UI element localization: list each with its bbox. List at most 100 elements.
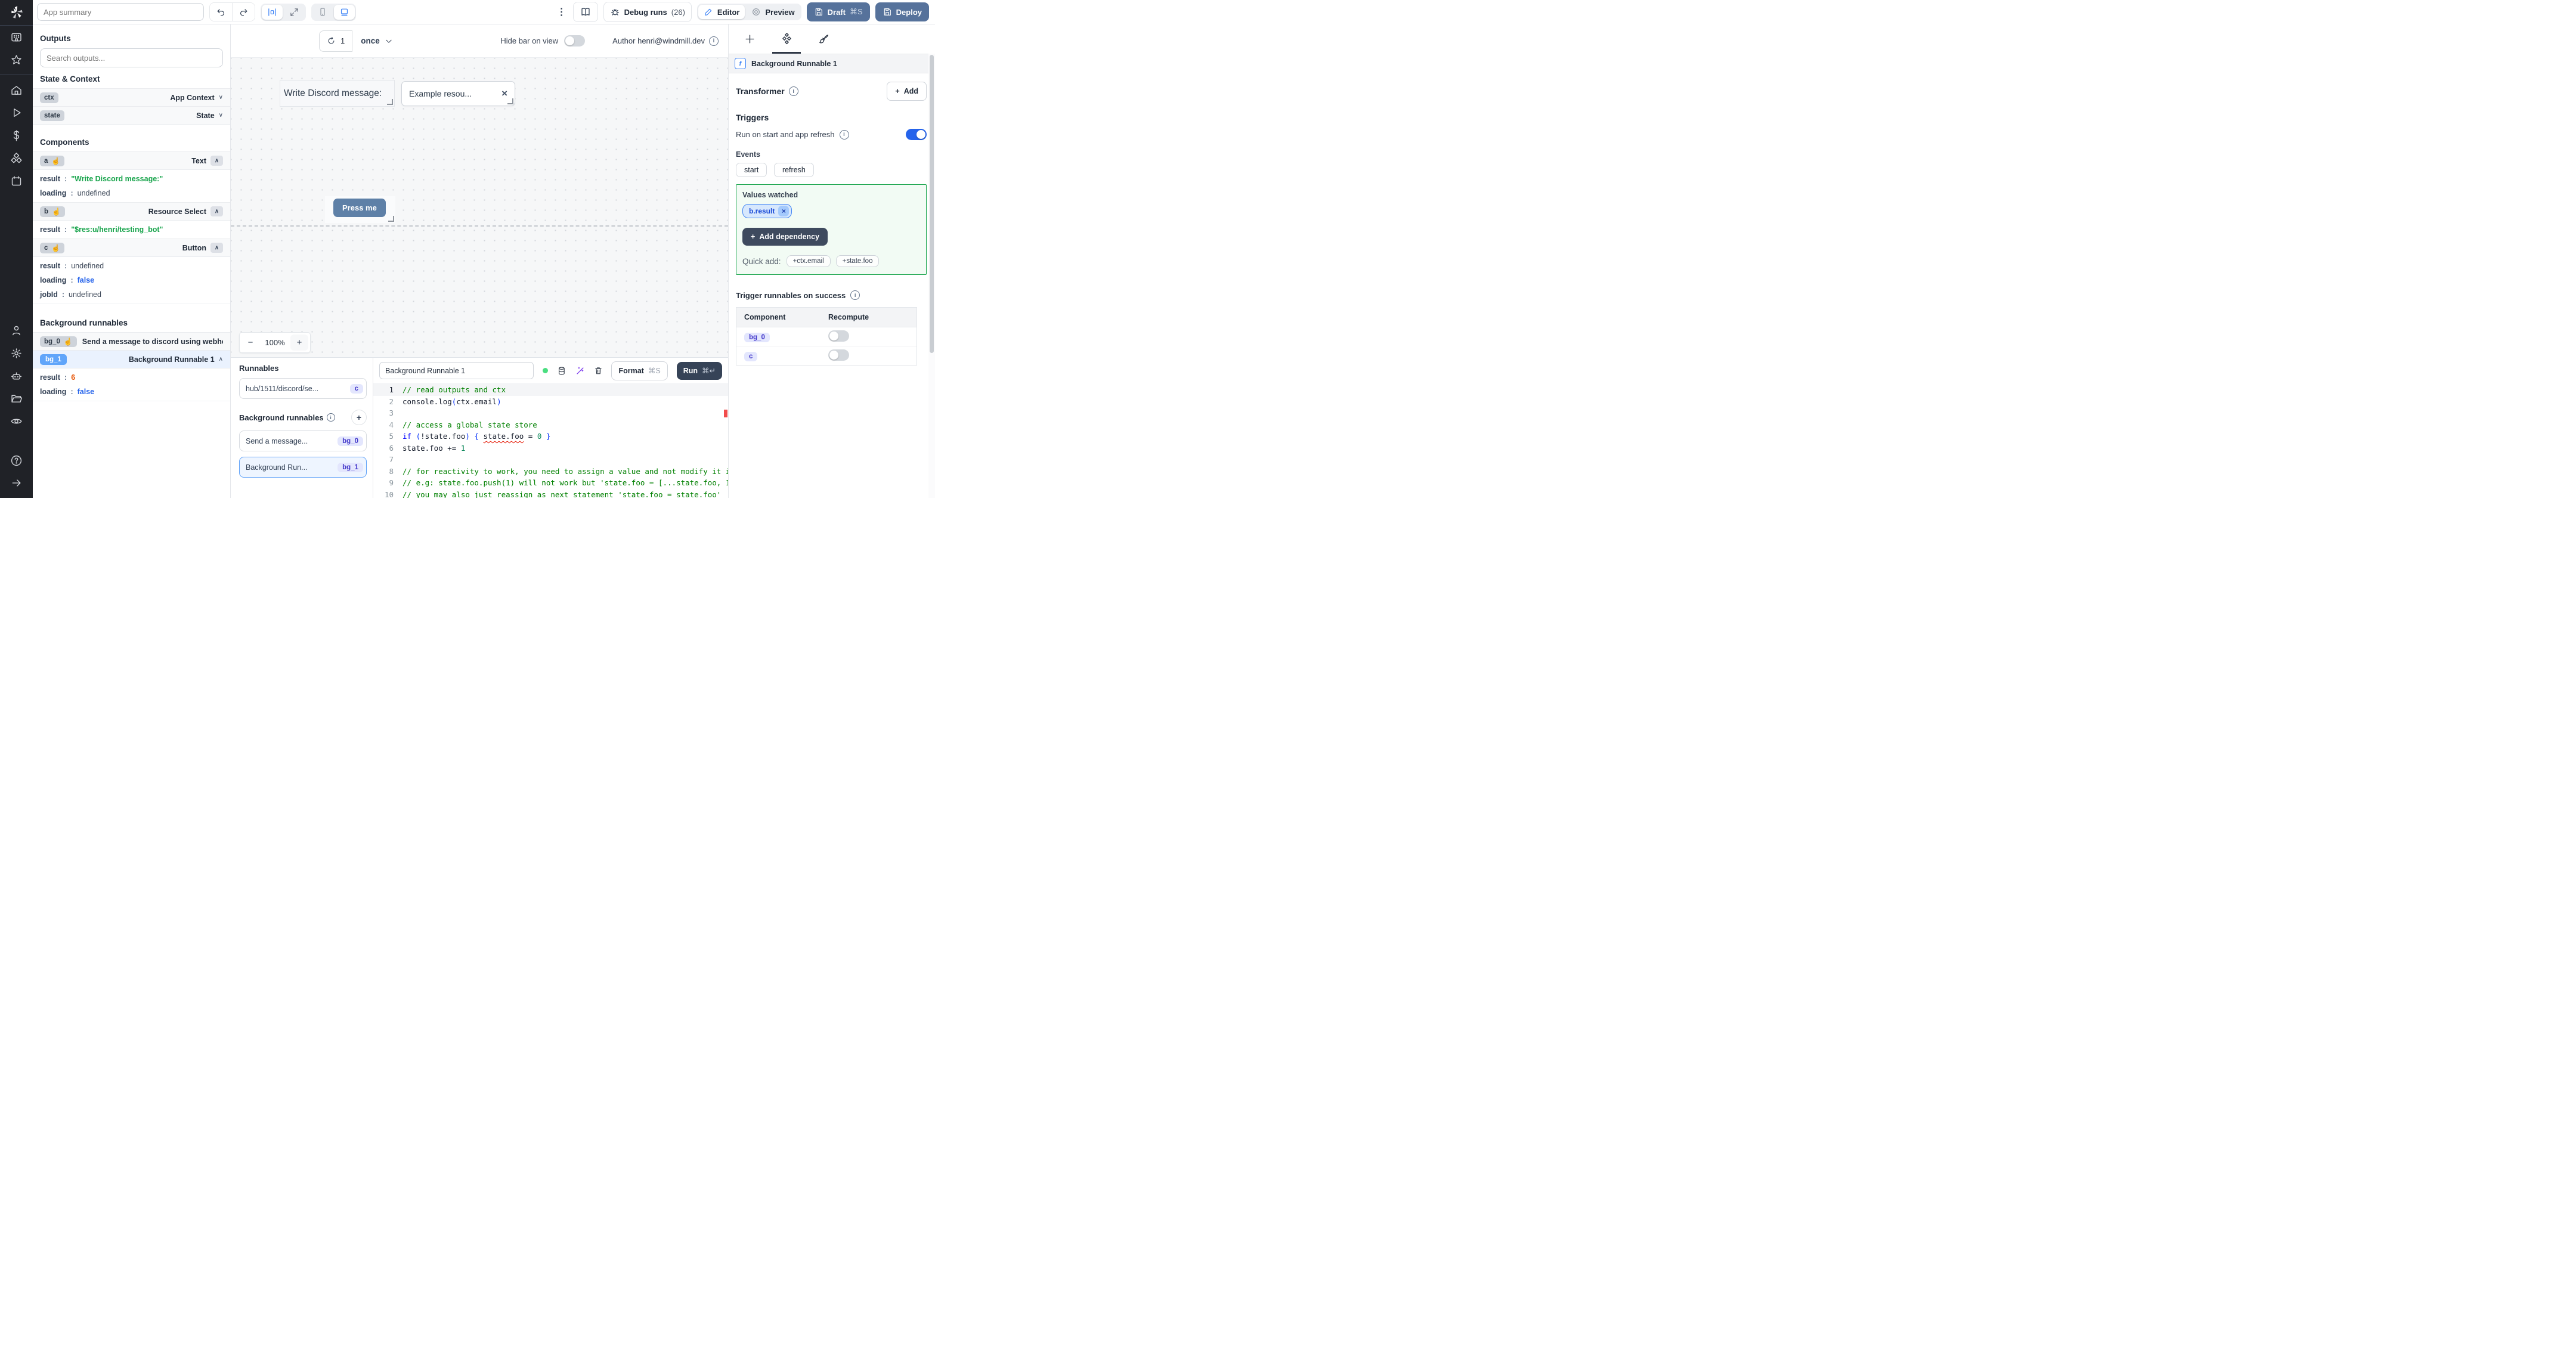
collapse-button[interactable]: ∧ [210, 156, 223, 166]
search-outputs-input[interactable] [40, 48, 223, 67]
remove-watched-value-icon[interactable]: × [778, 206, 789, 216]
context-row-ctx[interactable]: ctx App Context ∨ [33, 88, 230, 107]
quick-add-state-foo[interactable]: +state.foo [835, 255, 880, 267]
watched-value-chip[interactable]: b.result × [742, 204, 792, 218]
add-transformer-button[interactable]: + Add [887, 82, 927, 101]
sidebar-item-users[interactable] [0, 319, 33, 342]
zoom-out-button[interactable]: − [240, 337, 261, 348]
draft-button[interactable]: Draft ⌘S [806, 2, 870, 21]
sidebar-item-folders[interactable] [0, 387, 33, 410]
hide-bar-toggle[interactable] [564, 35, 586, 47]
sidebar-item-variables[interactable] [0, 124, 33, 147]
add-background-runnable-button[interactable]: + [351, 410, 367, 425]
tab-preview[interactable]: Preview [746, 5, 800, 19]
info-icon[interactable]: i [709, 36, 719, 46]
code-line[interactable]: 6 state.foo += 1 [373, 442, 728, 454]
component-row-a[interactable]: a ☝ Text ∧ [33, 151, 230, 170]
code-line[interactable]: 1// read outputs and ctx [373, 384, 728, 396]
more-menu-button[interactable]: ⋮ [556, 6, 568, 18]
cache-database-icon[interactable] [557, 366, 566, 376]
sidebar-item-help[interactable] [0, 449, 33, 472]
deploy-button[interactable]: Deploy [875, 2, 929, 21]
press-me-button[interactable]: Press me [333, 199, 386, 217]
bg-runnable-row-bg1[interactable]: bg_1 Background Runnable 1 ∧ [33, 350, 230, 368]
output-kv[interactable]: result:6 [33, 370, 230, 385]
code-body[interactable]: 1// read outputs and ctx 2 console.log(ctx… [373, 383, 728, 498]
run-button[interactable]: Run ⌘↵ [676, 361, 722, 380]
collapse-button[interactable]: ∧ [210, 206, 223, 216]
text-component[interactable]: Write Discord message: [280, 80, 395, 107]
info-icon[interactable]: i [850, 290, 860, 300]
sidebar-item-audit[interactable] [0, 410, 33, 432]
resize-handle[interactable] [388, 216, 394, 222]
clear-selection-icon[interactable]: × [501, 88, 507, 100]
windmill-logo[interactable] [0, 0, 33, 26]
chevron-up-icon[interactable]: ∧ [219, 356, 223, 363]
scrollbar[interactable] [928, 54, 935, 498]
chevron-down-icon[interactable]: ∨ [219, 112, 223, 119]
resource-select-component[interactable]: Example resou... × [401, 81, 515, 106]
output-kv[interactable]: loading: false [33, 273, 230, 287]
scrollbar-thumb[interactable] [930, 55, 934, 353]
mobile-view-button[interactable] [312, 5, 333, 19]
tab-insert-component[interactable] [731, 24, 768, 54]
code-line[interactable]: 9// e.g: state.foo.push(1) will not work… [373, 477, 728, 489]
runnable-card-bg1[interactable]: Background Run... bg_1 [239, 457, 367, 478]
docs-button[interactable] [572, 2, 598, 22]
format-button[interactable]: Format ⌘S [611, 361, 668, 380]
context-row-state[interactable]: state State ∨ [33, 106, 230, 125]
debug-runs-button[interactable]: Debug runs (26) [603, 2, 692, 22]
code-line[interactable]: 2 console.log(ctx.email) [373, 396, 728, 408]
desktop-view-button[interactable] [334, 4, 355, 20]
refresh-count-button[interactable]: 1 [319, 30, 353, 52]
output-kv[interactable]: result: "$res:u/henri/testing_bot" [33, 222, 230, 237]
component-row-b[interactable]: b ☝ Resource Select ∧ [33, 202, 230, 221]
info-icon[interactable]: i [788, 86, 798, 96]
info-icon[interactable]: i [839, 129, 849, 140]
chevron-down-icon[interactable]: ∨ [219, 94, 223, 101]
app-summary-input[interactable] [37, 3, 204, 21]
sidebar-item-apps[interactable] [0, 26, 33, 48]
output-kv[interactable]: loading: undefined [33, 186, 230, 200]
output-kv[interactable]: result: "Write Discord message:" [33, 172, 230, 186]
sidebar-item-favorites[interactable] [0, 48, 33, 71]
info-icon[interactable]: i [326, 413, 335, 422]
output-kv[interactable]: jobId: undefined [33, 287, 230, 302]
output-kv[interactable]: loading: false [33, 385, 230, 399]
code-line[interactable]: 5 if (!state.foo) { state.foo = 0 } [373, 431, 728, 442]
undo-button[interactable] [210, 3, 232, 21]
resize-handle[interactable] [507, 98, 513, 104]
sidebar-collapse-toggle[interactable] [0, 472, 33, 494]
quick-add-ctx-email[interactable]: +ctx.email [786, 255, 831, 267]
sidebar-item-schedules[interactable] [0, 169, 33, 192]
center-layout-button[interactable] [262, 4, 283, 20]
code-line[interactable]: 3 [373, 407, 728, 419]
fullscreen-layout-button[interactable] [284, 5, 305, 20]
redo-button[interactable] [232, 3, 255, 21]
sidebar-item-settings[interactable] [0, 342, 33, 364]
output-kv[interactable]: result: undefined [33, 259, 230, 273]
resize-handle[interactable] [387, 99, 393, 105]
add-dependency-button[interactable]: + Add dependency [742, 228, 828, 246]
tab-component-settings[interactable] [768, 24, 805, 54]
runnable-card-bg0[interactable]: Send a message... bg_0 [239, 431, 367, 451]
app-canvas[interactable]: Write Discord message: Example resou... … [231, 57, 728, 357]
sidebar-item-workers[interactable] [0, 364, 33, 387]
bg-runnable-row-bg0[interactable]: bg_0 ☝ Send a message to discord using we… [33, 332, 230, 351]
code-line[interactable]: 8// for reactivity to work, you need to … [373, 466, 728, 478]
run-mode-select[interactable]: once [352, 36, 401, 45]
sidebar-item-home[interactable] [0, 79, 33, 101]
run-on-start-toggle[interactable] [906, 129, 927, 140]
code-line[interactable]: 4// access a global state store [373, 419, 728, 431]
code-line[interactable]: 7 [373, 454, 728, 466]
tab-styling[interactable] [805, 24, 842, 54]
sidebar-item-resources[interactable] [0, 147, 33, 169]
runnable-card-c[interactable]: hub/1511/discord/se... c [239, 378, 367, 399]
tab-editor[interactable]: Editor [698, 5, 745, 19]
sidebar-item-runs[interactable] [0, 101, 33, 124]
delete-trash-icon[interactable] [594, 366, 603, 376]
collapse-button[interactable]: ∧ [210, 243, 223, 253]
recompute-toggle-bg0[interactable] [828, 330, 849, 342]
code-line[interactable]: 10// you may also just reassign as next … [373, 489, 728, 498]
runnable-name-input[interactable] [379, 362, 534, 379]
